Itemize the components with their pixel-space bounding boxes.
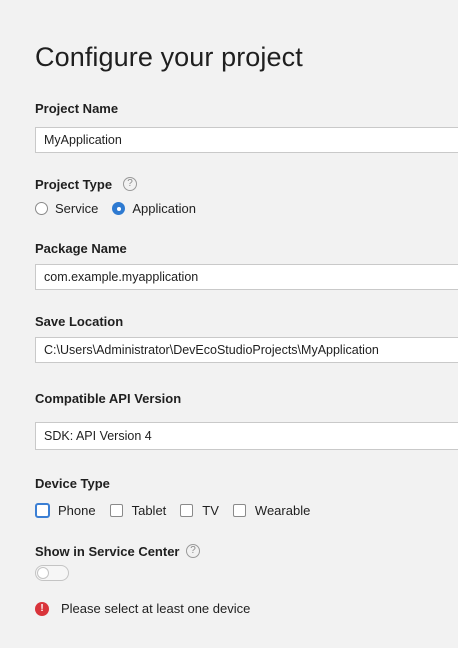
project-type-application-option[interactable]: Application <box>112 201 196 216</box>
wearable-checkbox[interactable] <box>232 504 246 517</box>
error-message: Please select at least one device <box>61 601 251 616</box>
tablet-checkbox-label: Tablet <box>131 503 167 518</box>
service-center-label: Show in Service Center <box>35 544 180 559</box>
api-version-select[interactable]: SDK: API Version 4 <box>35 422 458 450</box>
service-center-toggle[interactable] <box>35 565 69 581</box>
validation-error: ! Please select at least one device <box>35 601 250 616</box>
question-circle-icon[interactable]: ? <box>123 177 137 191</box>
device-wearable-option[interactable]: Wearable <box>232 503 311 518</box>
project-type-service-option[interactable]: Service <box>35 201 98 216</box>
application-radio-label: Application <box>132 201 196 216</box>
package-name-input[interactable] <box>35 264 458 290</box>
save-location-input[interactable] <box>35 337 458 363</box>
tv-checkbox[interactable] <box>180 504 194 517</box>
project-type-label: Project Type <box>35 177 113 192</box>
api-version-label: Compatible API Version <box>35 391 182 406</box>
phone-checkbox-label: Phone <box>58 503 96 518</box>
toggle-knob <box>37 567 49 579</box>
service-radio-label: Service <box>55 201 99 216</box>
package-name-label: Package Name <box>35 241 127 256</box>
project-name-label: Project Name <box>35 101 119 116</box>
save-location-label: Save Location <box>35 314 124 329</box>
wearable-checkbox-label: Wearable <box>254 503 311 518</box>
configure-project-page: Configure your project Project Name Proj… <box>0 0 458 648</box>
device-type-checkbox-group: Phone Tablet TV Wearable <box>35 503 324 518</box>
tv-checkbox-label: TV <box>202 503 219 518</box>
phone-checkbox[interactable] <box>35 503 50 518</box>
device-phone-option[interactable]: Phone <box>35 503 96 518</box>
error-icon: ! <box>35 601 49 616</box>
project-type-radio-group: Service Application <box>35 201 210 216</box>
device-type-label: Device Type <box>35 476 110 491</box>
service-radio[interactable] <box>35 202 48 215</box>
tablet-checkbox[interactable] <box>109 504 123 517</box>
question-circle-icon[interactable]: ? <box>186 544 200 558</box>
device-tv-option[interactable]: TV <box>180 503 219 518</box>
page-title: Configure your project <box>35 42 303 72</box>
project-name-input[interactable] <box>35 127 458 153</box>
application-radio[interactable] <box>112 202 126 215</box>
device-tablet-option[interactable]: Tablet <box>109 503 167 518</box>
